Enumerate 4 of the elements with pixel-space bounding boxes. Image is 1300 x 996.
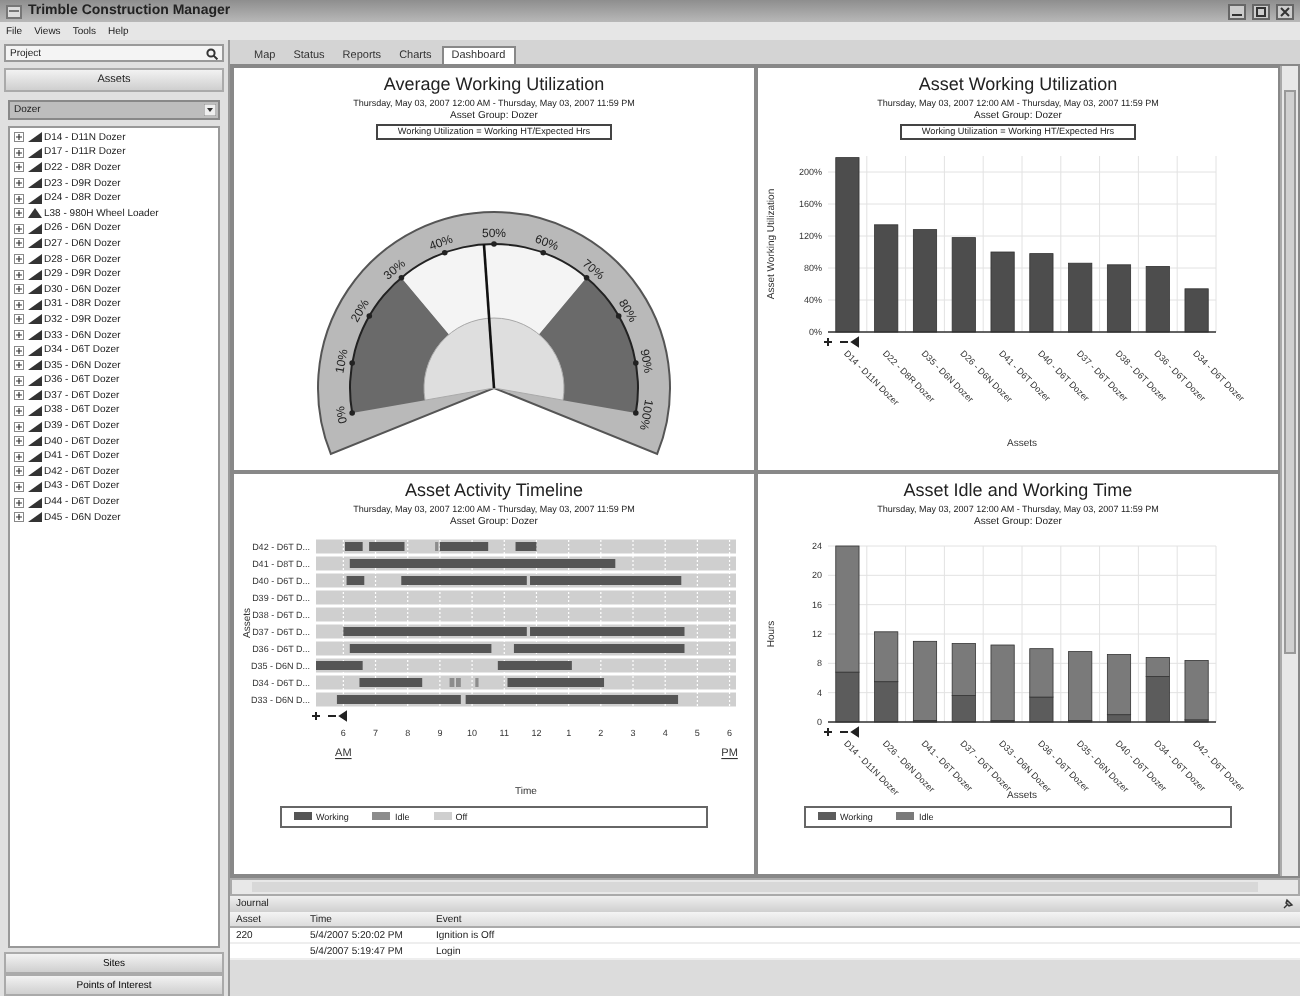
chart-title: Average Working Utilization: [383, 72, 605, 96]
chart-title: Asset Idle and Working Time: [903, 477, 1133, 501]
chart-title: Asset Working Utilization: [918, 72, 1118, 96]
chart-title: Asset Activity Timeline: [404, 477, 584, 501]
